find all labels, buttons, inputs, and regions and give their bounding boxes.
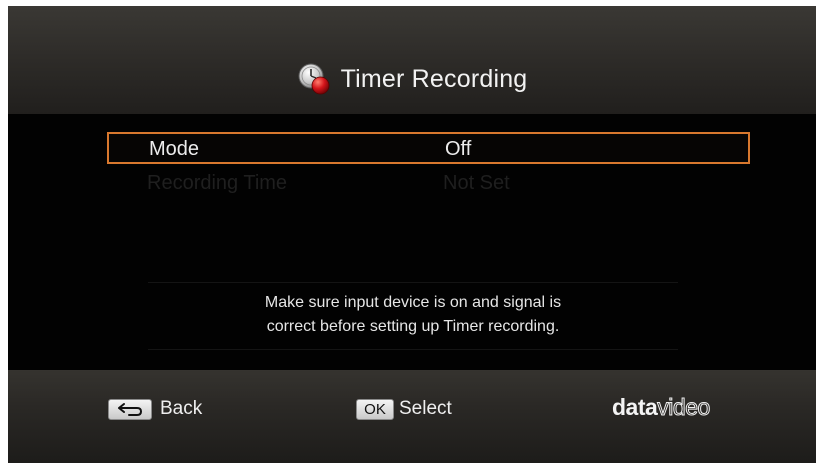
mode-label: Mode	[149, 138, 200, 160]
footer-bar: Back OK Select datavideo	[8, 370, 816, 463]
settings-panel: Mode Off Recording Time Not Set Make sur…	[8, 114, 816, 370]
note-line-1: Make sure input device is on and signal …	[264, 294, 562, 311]
timer-record-icon	[297, 62, 331, 96]
back-button[interactable]: Back	[108, 397, 202, 421]
datavideo-logo: datavideo	[612, 394, 711, 421]
select-button[interactable]: OK Select	[356, 397, 452, 421]
back-label: Back	[160, 398, 203, 419]
select-label: Select	[399, 398, 452, 419]
recording-time-label: Recording Time	[147, 172, 288, 194]
mode-row[interactable]: Mode Off	[107, 132, 750, 164]
recording-time-value: Not Set	[443, 172, 510, 194]
title-area: Timer Recording	[8, 61, 816, 97]
note-line-2: correct before setting up Timer recordin…	[266, 318, 560, 335]
page-title: Timer Recording	[340, 64, 528, 93]
mode-value: Off	[445, 138, 472, 160]
header-bar: Timer Recording	[8, 6, 816, 114]
recording-time-row: Recording Time Not Set	[107, 166, 750, 198]
instruction-note: Make sure input device is on and signal …	[148, 282, 678, 350]
ok-key: OK	[356, 398, 394, 420]
return-arrow-icon	[108, 398, 152, 420]
timer-recording-screen: Timer Recording Mode Off Recording Time …	[8, 6, 816, 463]
